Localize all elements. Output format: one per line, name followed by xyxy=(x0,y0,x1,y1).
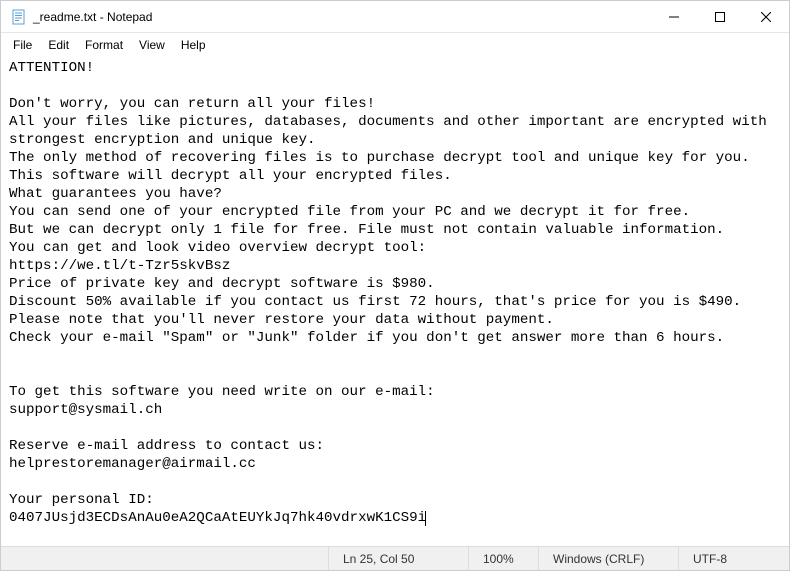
menu-edit[interactable]: Edit xyxy=(40,35,77,55)
menu-help[interactable]: Help xyxy=(173,35,214,55)
text-caret xyxy=(425,511,426,526)
text-area[interactable]: ATTENTION! Don't worry, you can return a… xyxy=(1,57,789,546)
titlebar: _readme.txt - Notepad xyxy=(1,1,789,33)
statusbar-spacer xyxy=(1,547,329,570)
statusbar: Ln 25, Col 50 100% Windows (CRLF) UTF-8 xyxy=(1,546,789,570)
menu-file[interactable]: File xyxy=(5,35,40,55)
status-line-ending: Windows (CRLF) xyxy=(539,547,679,570)
close-button[interactable] xyxy=(743,1,789,32)
notepad-window: _readme.txt - Notepad File Edit Format V… xyxy=(0,0,790,571)
status-zoom: 100% xyxy=(469,547,539,570)
window-controls xyxy=(651,1,789,32)
minimize-button[interactable] xyxy=(651,1,697,32)
maximize-button[interactable] xyxy=(697,1,743,32)
status-encoding: UTF-8 xyxy=(679,547,789,570)
status-position: Ln 25, Col 50 xyxy=(329,547,469,570)
menubar: File Edit Format View Help xyxy=(1,33,789,57)
menu-format[interactable]: Format xyxy=(77,35,131,55)
notepad-icon xyxy=(11,9,27,25)
document-text: ATTENTION! Don't worry, you can return a… xyxy=(9,60,775,526)
menu-view[interactable]: View xyxy=(131,35,173,55)
window-title: _readme.txt - Notepad xyxy=(33,10,651,24)
